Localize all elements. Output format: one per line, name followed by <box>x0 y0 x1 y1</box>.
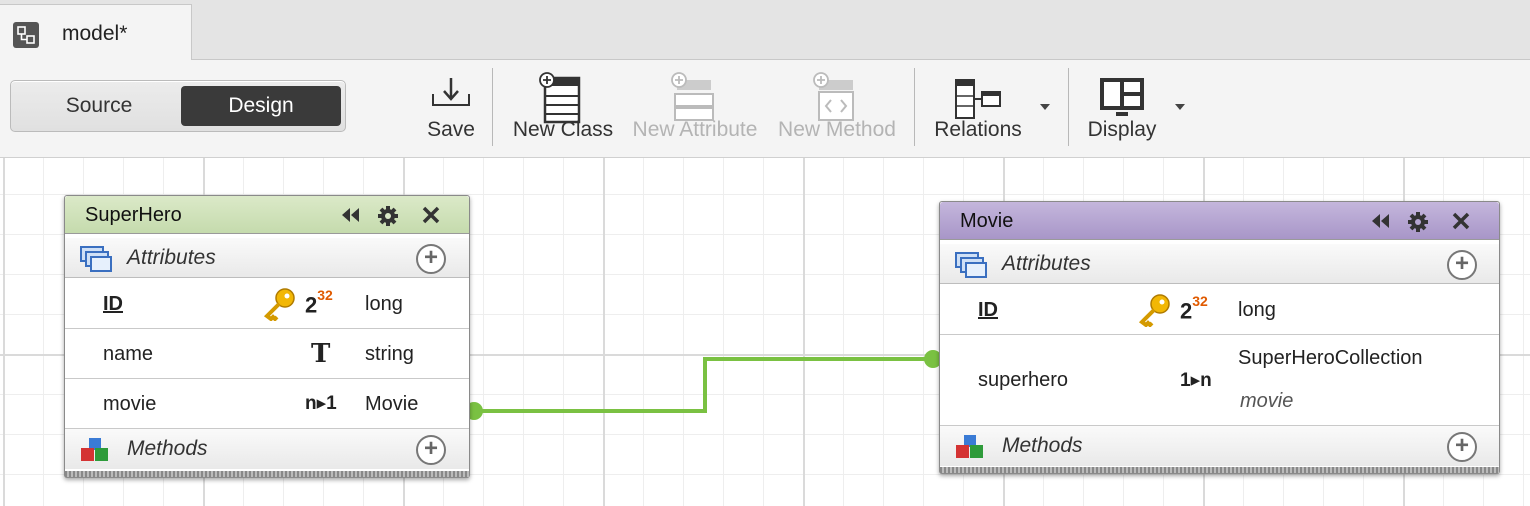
collapse-icon[interactable] <box>1369 211 1391 231</box>
attributes-icon <box>80 246 112 272</box>
attribute-name: superhero <box>978 369 1069 391</box>
resize-handle[interactable] <box>940 467 1499 473</box>
key-icon <box>1138 294 1170 327</box>
attribute-row[interactable]: movie n▸1 Movie <box>65 379 469 429</box>
attribute-type: Movie <box>365 393 419 415</box>
attribute-type: SuperHeroCollection <box>1238 347 1423 369</box>
one-to-many-icon: 1▸n <box>1180 370 1212 391</box>
gear-icon[interactable] <box>377 205 399 227</box>
attribute-name: ID <box>103 293 123 315</box>
tab-model[interactable]: model* <box>0 4 192 61</box>
resize-handle[interactable] <box>65 471 469 477</box>
methods-label: Methods <box>1002 434 1083 457</box>
add-method-button[interactable]: + <box>416 435 446 465</box>
attributes-label: Attributes <box>1002 252 1091 275</box>
methods-section: Methods + <box>65 429 469 469</box>
relations-button[interactable]: Relations <box>926 68 1030 152</box>
attribute-name: ID <box>978 299 998 321</box>
new-attribute-label: New Attribute <box>632 118 758 141</box>
add-method-button[interactable]: + <box>1447 432 1477 462</box>
attribute-row[interactable]: superhero 1▸n SuperHeroCollection movie <box>940 335 1499 426</box>
attribute-type: string <box>365 343 414 365</box>
methods-icon <box>81 438 108 461</box>
design-button[interactable]: Design <box>181 86 341 126</box>
attributes-section: Attributes + <box>940 244 1499 284</box>
class-movie[interactable]: Movie Attributes + ID 232 long superhero… <box>939 201 1500 474</box>
attributes-label: Attributes <box>127 246 216 269</box>
attribute-row[interactable]: ID 232 long <box>65 279 469 329</box>
class-header[interactable]: SuperHero <box>65 196 469 234</box>
int-type-badge: 232 <box>1180 293 1208 324</box>
new-attribute-button[interactable]: New Attribute <box>628 68 762 152</box>
int-type-badge: 232 <box>305 287 333 318</box>
collapse-icon[interactable] <box>339 205 361 225</box>
gear-icon[interactable] <box>1407 211 1429 233</box>
close-icon[interactable] <box>1451 211 1471 231</box>
attribute-row[interactable]: ID 232 long <box>940 285 1499 335</box>
source-button[interactable]: Source <box>17 86 181 126</box>
toolbar: Source Design Save New Class New Attribu… <box>0 60 1530 158</box>
tab-label: model* <box>62 22 128 45</box>
attribute-row[interactable]: name T string <box>65 329 469 379</box>
attribute-name: name <box>103 343 154 365</box>
class-title: SuperHero <box>85 204 182 226</box>
new-method-label: New Method <box>778 118 896 141</box>
tab-bar: model* <box>0 0 1530 61</box>
class-title: Movie <box>960 210 1014 232</box>
source-design-switch: Source Design <box>10 80 346 132</box>
relations-dropdown-icon[interactable] <box>1040 104 1050 110</box>
save-label: Save <box>427 118 475 141</box>
close-icon[interactable] <box>421 205 441 225</box>
new-class-label: New Class <box>512 118 614 141</box>
methods-section: Methods + <box>940 426 1499 466</box>
methods-label: Methods <box>127 437 208 460</box>
display-label: Display <box>1087 118 1157 141</box>
modeler-window: model* Source Design Save New Class New … <box>0 0 1530 506</box>
add-attribute-button[interactable]: + <box>1447 250 1477 280</box>
add-attribute-button[interactable]: + <box>416 244 446 274</box>
attribute-type: long <box>365 293 403 315</box>
display-dropdown-icon[interactable] <box>1175 104 1185 110</box>
attributes-icon <box>955 252 987 278</box>
attribute-name: movie <box>103 393 157 415</box>
save-icon <box>432 78 470 106</box>
relations-label: Relations <box>934 118 1022 141</box>
many-to-one-icon: n▸1 <box>305 393 337 414</box>
new-method-button[interactable]: New Method <box>772 68 902 152</box>
text-type-icon: T <box>311 339 331 369</box>
attributes-section: Attributes + <box>65 238 469 278</box>
key-icon <box>263 288 295 321</box>
inverse-relation-name: movie <box>1240 390 1294 412</box>
save-button[interactable]: Save <box>418 68 484 152</box>
attribute-type: long <box>1238 299 1276 321</box>
methods-icon <box>956 435 983 458</box>
model-diagram-icon <box>13 22 39 48</box>
display-button[interactable]: Display <box>1080 68 1164 152</box>
class-superhero[interactable]: SuperHero Attributes + ID 232 long name … <box>64 195 470 478</box>
class-header[interactable]: Movie <box>940 202 1499 240</box>
new-class-button[interactable]: New Class <box>506 68 620 152</box>
